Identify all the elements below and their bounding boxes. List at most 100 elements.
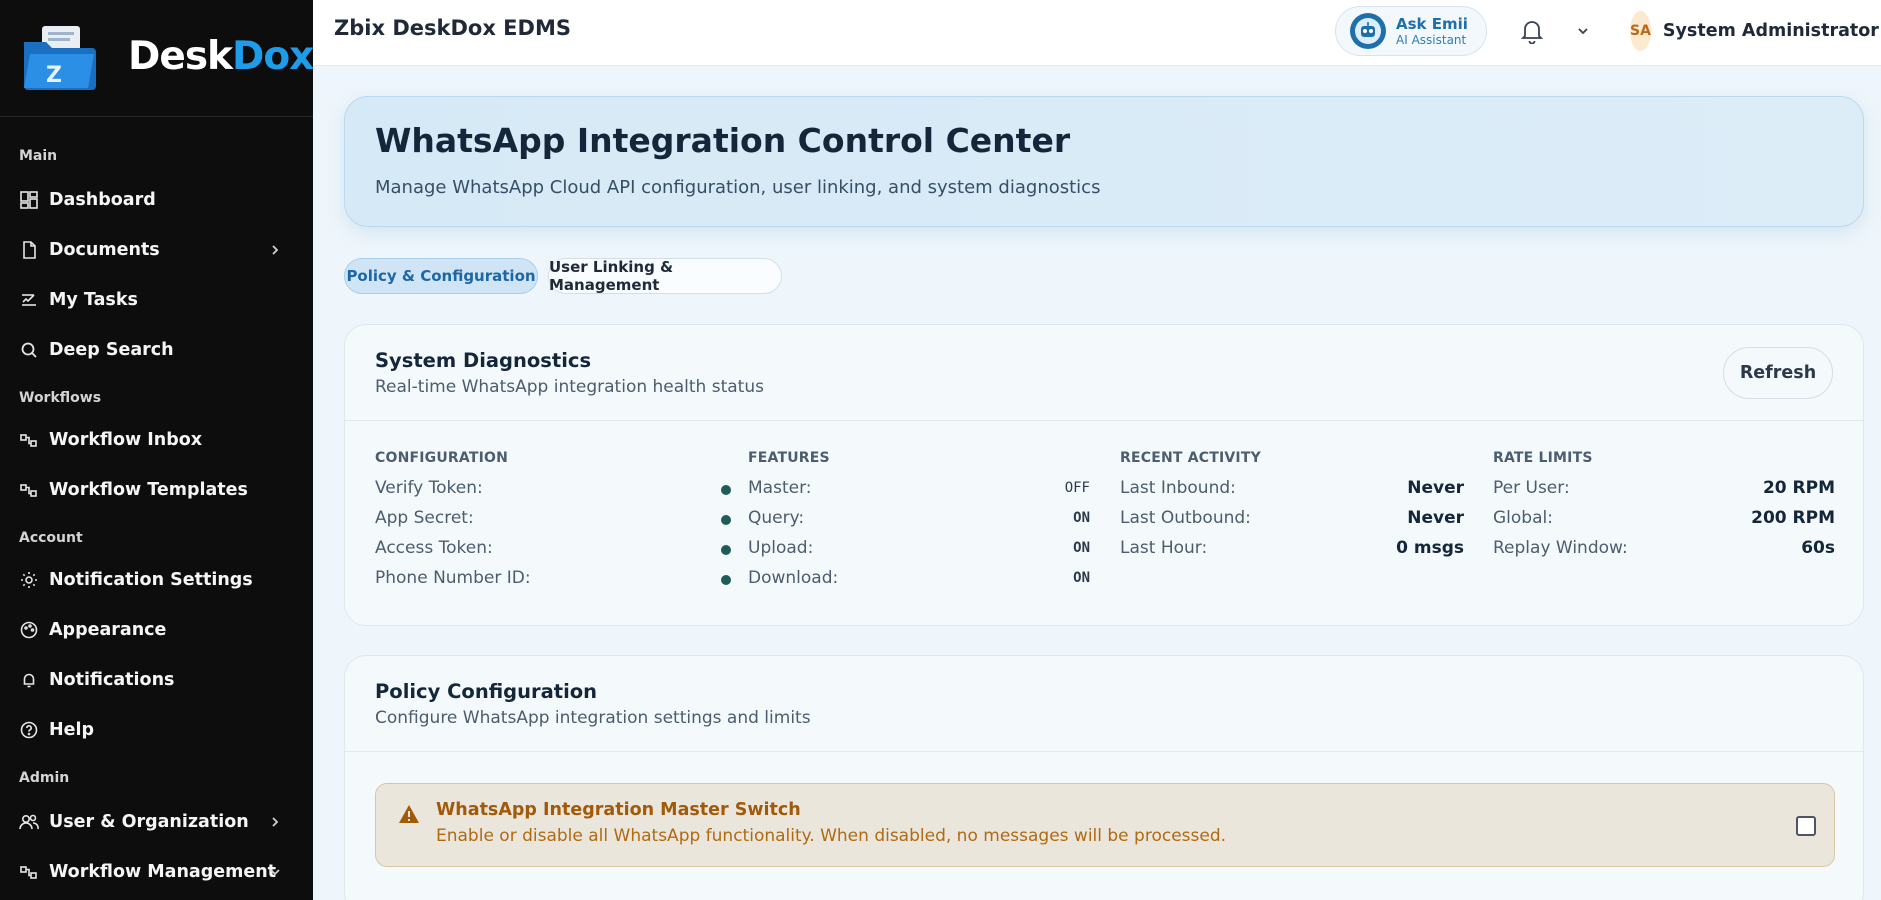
nav-section-workflows: Workflows [19,390,102,406]
avatar: SA [1630,11,1651,51]
card-subtitle: Real-time WhatsApp integration health st… [375,377,764,397]
deskdox-logo-icon: Z [20,24,100,92]
sidebar-item-workflow-inbox[interactable]: Workflow Inbox [0,420,313,460]
row-label: Last Outbound: [1120,508,1251,528]
activity-row: Last Outbound: Never [1120,500,1464,530]
divider [345,420,1863,421]
sidebar-item-user-organization[interactable]: User & Organization [0,802,313,842]
brand[interactable]: Z DeskDox [0,0,314,117]
divider [345,751,1863,752]
page-subtitle: Manage WhatsApp Cloud API configuration,… [375,177,1101,198]
master-switch-checkbox[interactable] [1796,816,1816,836]
status-dot-icon [721,485,731,495]
column-heading: RATE LIMITS [1493,450,1593,466]
row-value: 20 RPM [1762,478,1835,498]
tab-user-linking[interactable]: User Linking & Management [548,258,782,294]
sidebar-item-workflow-management[interactable]: Workflow Management [0,852,313,892]
assistant-name: Ask Emii [1396,14,1468,33]
workflow-icon [19,430,39,450]
row-label: Master: [748,478,812,498]
svg-text:Z: Z [46,63,62,88]
master-switch-description: Enable or disable all WhatsApp functiona… [436,826,1227,846]
row-label: Last Inbound: [1120,478,1236,498]
notifications-bell-icon[interactable] [1517,16,1547,46]
config-row: Phone Number ID: [375,560,731,590]
sidebar-item-notifications[interactable]: Notifications [0,660,313,700]
sidebar-item-label: My Tasks [49,290,138,310]
feature-row: Master: OFF [748,470,1090,500]
sidebar-item-label: Appearance [49,620,167,640]
row-label: Per User: [1493,478,1570,498]
sidebar-item-label: Workflow Templates [49,480,248,500]
features-column: FEATURES Master: OFF Query: ON Upload: O… [748,450,1090,590]
sidebar-item-label: Workflow Management [49,862,277,882]
sidebar-item-label: Deep Search [49,340,174,360]
config-row: App Secret: [375,500,731,530]
row-label: Replay Window: [1493,538,1628,558]
row-label: Access Token: [375,538,493,558]
row-value: 0 msgs [1396,538,1464,558]
workflow-icon [19,480,39,500]
feature-row: Upload: ON [748,530,1090,560]
chevron-right-icon [265,812,285,832]
card-subtitle: Configure WhatsApp integration settings … [375,708,811,728]
recent-activity-column: RECENT ACTIVITY Last Inbound: Never Last… [1120,450,1464,560]
sidebar-item-label: User & Organization [49,812,249,832]
sidebar-item-workflow-templates[interactable]: Workflow Templates [0,470,313,510]
card-title: System Diagnostics [375,349,592,372]
sidebar-item-help[interactable]: Help [0,710,313,750]
row-value: Never [1407,508,1464,528]
sidebar-item-deep-search[interactable]: Deep Search [0,330,313,370]
row-value: 60s [1801,538,1835,558]
ask-emii-button[interactable]: Ask Emii AI Assistant [1335,6,1487,56]
master-switch-panel: WhatsApp Integration Master Switch Enabl… [375,783,1835,867]
tasks-icon [19,290,39,310]
row-label: Verify Token: [375,478,483,498]
page-title: WhatsApp Integration Control Center [375,121,1071,160]
status-badge: ON [1073,570,1090,586]
sidebar-item-label: Help [49,720,95,740]
sidebar-item-my-tasks[interactable]: My Tasks [0,280,313,320]
user-name: System Administrator [1662,21,1879,41]
sidebar-item-label: Dashboard [49,190,156,210]
chevron-right-icon [265,240,285,260]
nav-section-main: Main [19,148,58,164]
column-heading: CONFIGURATION [375,450,509,466]
brand-name: DeskDox [128,33,314,79]
app-title: Zbix DeskDox EDMS [334,16,571,40]
rate-limits-column: RATE LIMITS Per User: 20 RPM Global: 200… [1493,450,1835,560]
rate-row: Per User: 20 RPM [1493,470,1835,500]
chevron-down-icon[interactable] [1573,21,1593,41]
status-dot-icon [721,575,731,585]
sun-settings-icon [19,570,39,590]
sidebar-item-documents[interactable]: Documents [0,230,313,270]
tab-policy-configuration[interactable]: Policy & Configuration [344,258,538,294]
user-menu[interactable]: SA System Administrator [1630,10,1879,52]
rate-row: Global: 200 RPM [1493,500,1835,530]
sidebar: Z DeskDox Main Dashboard Documents My Ta… [0,0,314,900]
palette-icon [19,620,39,640]
chevron-down-icon [265,862,285,882]
warning-icon [398,804,420,826]
card-title: Policy Configuration [375,680,598,703]
page-header: WhatsApp Integration Control Center Mana… [344,96,1864,227]
sidebar-item-appearance[interactable]: Appearance [0,610,313,650]
refresh-button[interactable]: Refresh [1723,347,1833,399]
nav-section-admin: Admin [19,770,70,786]
sidebar-item-notification-settings[interactable]: Notification Settings [0,560,313,600]
status-dot-icon [721,515,731,525]
status-badge: ON [1073,540,1090,556]
policy-configuration-card: Policy Configuration Configure WhatsApp … [344,655,1864,900]
dashboard-icon [19,190,39,210]
assistant-subtitle: AI Assistant [1396,32,1467,47]
users-icon [19,812,39,832]
sidebar-item-label: Workflow Inbox [49,430,203,450]
sidebar-item-dashboard[interactable]: Dashboard [0,180,313,220]
workflow-icon [19,862,39,882]
document-icon [19,240,39,260]
config-row: Access Token: [375,530,731,560]
status-badge: ON [1073,510,1090,526]
configuration-column: CONFIGURATION Verify Token: App Secret: … [375,450,731,590]
activity-row: Last Hour: 0 msgs [1120,530,1464,560]
column-heading: FEATURES [748,450,830,466]
